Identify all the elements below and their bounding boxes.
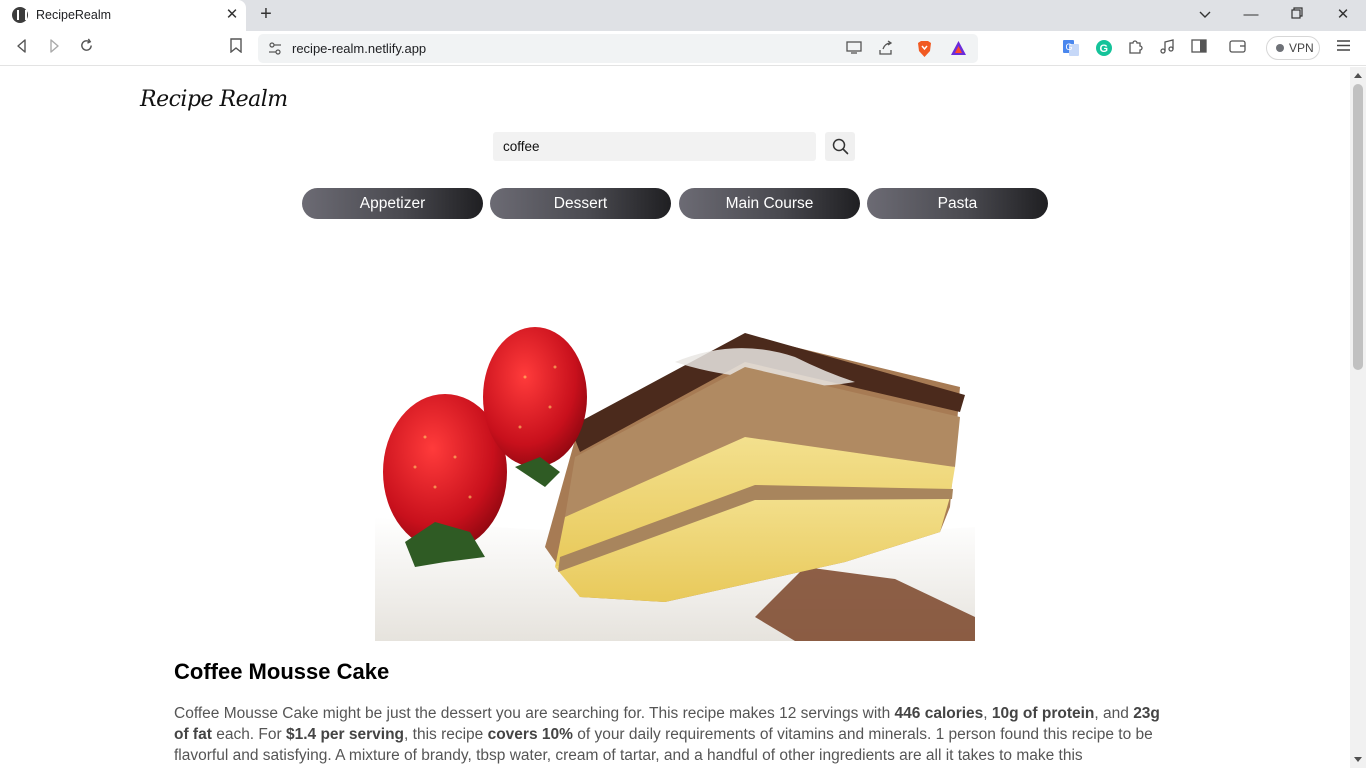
back-arrow-icon[interactable] xyxy=(10,37,34,61)
browser-toolbar: recipe-realm.netlify.app G G VPN xyxy=(0,31,1366,66)
recipe-summary: Coffee Mousse Cake might be just the des… xyxy=(174,705,1160,764)
page-scrollbar[interactable] xyxy=(1350,67,1366,768)
cost-value: $1.4 per serving xyxy=(285,726,405,743)
recipe-image[interactable] xyxy=(375,317,975,641)
new-tab-button[interactable]: + xyxy=(255,3,277,25)
recipe-title[interactable]: Coffee Mousse Cake xyxy=(174,659,389,685)
reload-icon[interactable] xyxy=(74,37,98,61)
media-music-note-icon[interactable] xyxy=(1159,39,1177,57)
wallet-icon[interactable] xyxy=(1229,39,1247,57)
vpn-button[interactable]: VPN xyxy=(1266,36,1320,60)
scroll-up-arrow-icon[interactable] xyxy=(1354,73,1362,78)
browser-tab-active[interactable]: RecipeRealm ✕ xyxy=(0,0,246,31)
category-pasta-button[interactable]: Pasta xyxy=(867,188,1048,219)
share-icon[interactable] xyxy=(878,40,896,58)
sidebar-toggle-icon[interactable] xyxy=(1191,39,1209,57)
extensions-puzzle-icon[interactable] xyxy=(1127,39,1145,57)
restore-window-button[interactable] xyxy=(1274,0,1320,31)
grammarly-icon[interactable]: G xyxy=(1095,39,1113,57)
search-icon xyxy=(832,138,849,155)
brave-shields-icon[interactable] xyxy=(916,40,934,58)
protein-value: 10g of protein xyxy=(991,705,1095,722)
cast-icon[interactable] xyxy=(846,40,864,58)
forward-arrow-icon[interactable] xyxy=(42,37,66,61)
svg-text:G: G xyxy=(1100,43,1109,55)
close-window-button[interactable]: ✕ xyxy=(1320,0,1366,31)
site-logo[interactable]: Recipe Realm xyxy=(140,87,288,112)
google-translate-icon[interactable]: G xyxy=(1062,39,1080,57)
tab-strip: RecipeRealm ✕ + — ✕ xyxy=(0,0,1366,31)
address-bar[interactable]: recipe-realm.netlify.app xyxy=(258,34,978,63)
brave-rewards-icon[interactable] xyxy=(950,40,968,58)
category-appetizer-button[interactable]: Appetizer xyxy=(302,188,483,219)
svg-text:G: G xyxy=(1066,42,1073,52)
close-tab-icon[interactable]: ✕ xyxy=(224,6,240,24)
category-main-course-button[interactable]: Main Course xyxy=(679,188,860,219)
calories-value: 446 calories xyxy=(894,705,984,722)
site-favicon-icon xyxy=(12,7,28,23)
bookmark-icon[interactable] xyxy=(224,37,248,61)
tab-search-chevron-down-icon[interactable] xyxy=(1182,0,1228,31)
minimize-window-button[interactable]: — xyxy=(1228,0,1274,31)
menu-hamburger-icon[interactable] xyxy=(1336,39,1354,57)
scrollbar-thumb[interactable] xyxy=(1353,84,1363,370)
search-button[interactable] xyxy=(825,132,855,161)
coverage-value: covers 10% xyxy=(487,726,573,743)
scroll-down-arrow-icon[interactable] xyxy=(1354,757,1362,762)
category-dessert-button[interactable]: Dessert xyxy=(490,188,671,219)
recipe-search-input[interactable] xyxy=(493,132,816,161)
tab-title: RecipeRealm xyxy=(36,8,112,22)
url-text: recipe-realm.netlify.app xyxy=(292,41,427,56)
page-content: Recipe Realm Appetizer Dessert Main Cour… xyxy=(0,67,1350,768)
site-settings-icon[interactable] xyxy=(268,42,282,55)
